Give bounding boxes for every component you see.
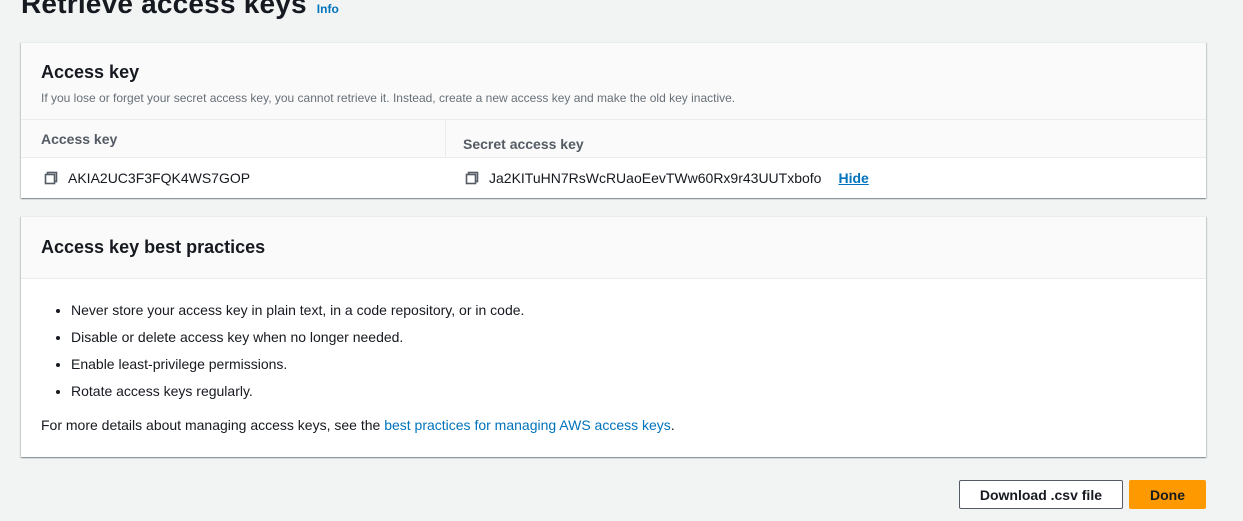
page-header: Retrieve access keys Info — [21, 0, 1206, 22]
access-key-card-description: If you lose or forget your secret access… — [41, 90, 1186, 106]
info-link[interactable]: Info — [317, 2, 339, 16]
column-header-access-key: Access key — [41, 131, 445, 147]
access-key-card: Access key If you lose or forget your se… — [21, 42, 1206, 198]
page-title: Retrieve access keys — [21, 0, 307, 20]
best-practices-list: Never store your access key in plain tex… — [41, 303, 1186, 398]
secret-access-key-value: Ja2KITuHN7RsWcRUaoEevTWw60Rx9r43UUTxbofo — [489, 170, 821, 186]
copy-icon — [464, 170, 480, 186]
access-key-card-title: Access key — [41, 62, 1186, 83]
best-practices-body: Never store your access key in plain tex… — [21, 279, 1206, 457]
page-content: Retrieve access keys Info Access key If … — [21, 0, 1206, 509]
copy-secret-key-button[interactable] — [464, 170, 480, 186]
best-practices-card-header: Access key best practices — [21, 217, 1206, 279]
best-practice-item: Never store your access key in plain tex… — [71, 303, 1186, 317]
key-table-row: AKIA2UC3F3FQK4WS7GOP Ja2KITuHN7RsWcRUaoE… — [21, 158, 1206, 198]
copy-icon — [43, 170, 59, 186]
best-practices-link[interactable]: best practices for managing AWS access k… — [384, 417, 671, 433]
access-key-cell: AKIA2UC3F3FQK4WS7GOP — [41, 170, 445, 186]
best-practice-item: Enable least-privilege permissions. — [71, 357, 1186, 371]
best-practices-card: Access key best practices Never store yo… — [21, 216, 1206, 457]
secret-access-key-cell: Ja2KITuHN7RsWcRUaoEevTWw60Rx9r43UUTxbofo… — [445, 170, 1186, 186]
copy-access-key-button[interactable] — [43, 170, 59, 186]
download-csv-button[interactable]: Download .csv file — [959, 480, 1123, 509]
access-key-value: AKIA2UC3F3FQK4WS7GOP — [68, 170, 250, 186]
hide-secret-link[interactable]: Hide — [838, 170, 868, 186]
key-table-header: Access key Secret access key — [21, 120, 1206, 158]
actions-row: Download .csv file Done — [21, 480, 1206, 509]
column-header-secret-access-key: Secret access key — [445, 120, 1186, 157]
access-key-card-header: Access key If you lose or forget your se… — [21, 43, 1206, 120]
footer-text-period: . — [671, 417, 675, 433]
done-button[interactable]: Done — [1129, 480, 1206, 509]
best-practices-footer: For more details about managing access k… — [41, 418, 1186, 432]
best-practice-item: Disable or delete access key when no lon… — [71, 330, 1186, 344]
best-practice-item: Rotate access keys regularly. — [71, 384, 1186, 398]
best-practices-card-title: Access key best practices — [41, 237, 1186, 258]
footer-text: For more details about managing access k… — [41, 417, 384, 433]
